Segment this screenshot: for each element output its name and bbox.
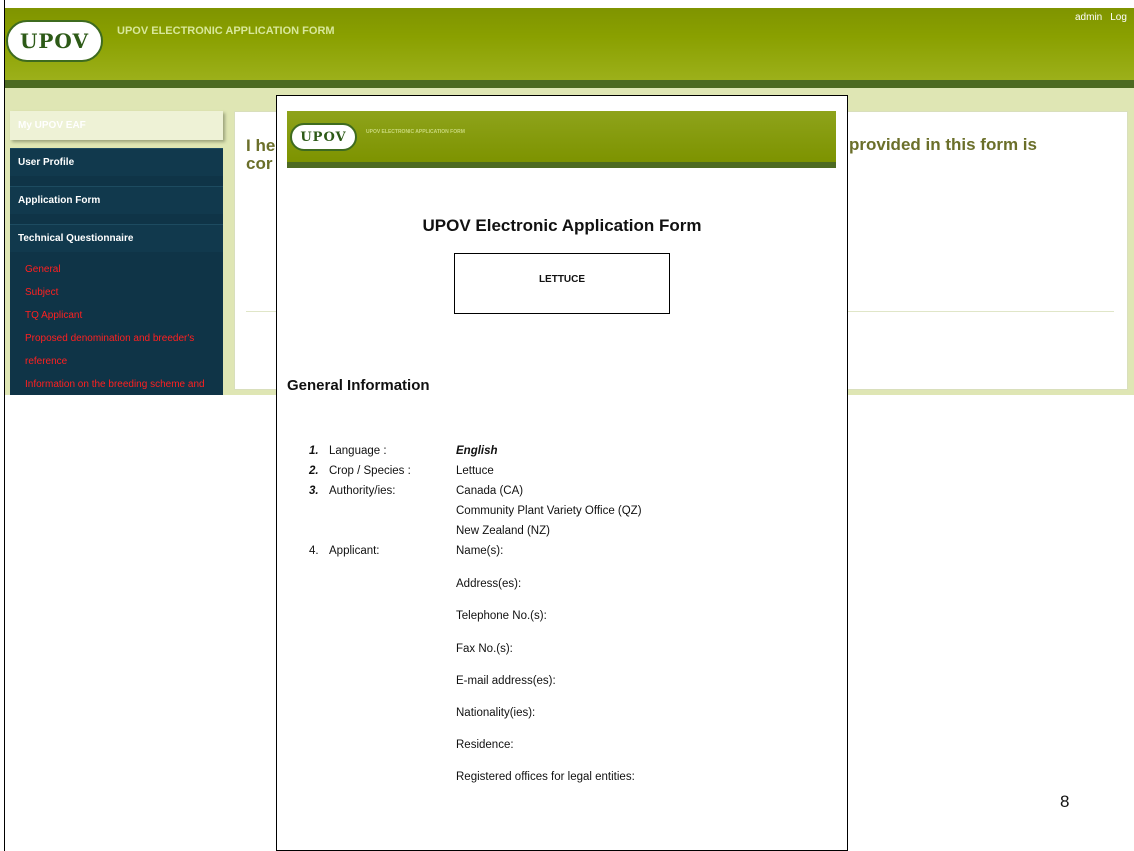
field-label-authority: Authority/ies: xyxy=(329,485,396,497)
sidebar-item-user-profile[interactable]: User Profile xyxy=(10,148,223,176)
declaration-text-left-2: cor xyxy=(246,154,273,173)
app-header xyxy=(5,8,1134,80)
sidebar-subitem-breeding-scheme[interactable]: Information on the breeding scheme and xyxy=(25,379,205,390)
crop-box: LETTUCE xyxy=(454,253,670,314)
applicant-field: E-mail address(es): xyxy=(456,675,556,687)
authority-item: Canada (CA) xyxy=(456,485,524,497)
applicant-field: Registered offices for legal entities: xyxy=(456,771,635,783)
sidebar-item-my-upov-eaf[interactable]: My UPOV EAF xyxy=(10,111,223,140)
upov-logo[interactable]: UPOV xyxy=(6,20,103,62)
applicant-field: Residence: xyxy=(456,739,514,751)
doc-header-divider xyxy=(287,162,836,168)
section-heading: General Information xyxy=(287,377,430,394)
user-area: admin Log xyxy=(1075,12,1134,23)
field-number: 4. xyxy=(309,545,319,557)
sidebar-item-technical-questionnaire[interactable]: Technical Questionnaire xyxy=(10,224,223,252)
applicant-field: Name(s): xyxy=(456,545,504,557)
sidebar-subitem-reference[interactable]: reference xyxy=(25,356,67,367)
app-title: UPOV ELECTRONIC APPLICATION FORM xyxy=(117,25,335,37)
applicant-field: Address(es): xyxy=(456,578,522,590)
field-label-language: Language : xyxy=(329,445,387,457)
field-label-applicant: Applicant: xyxy=(329,545,380,557)
field-label-crop: Crop / Species : xyxy=(329,465,411,477)
doc-title: UPOV Electronic Application Form xyxy=(422,216,702,235)
field-value-language: English xyxy=(456,445,498,457)
authority-item: Community Plant Variety Office (QZ) xyxy=(456,505,642,517)
header-divider xyxy=(5,80,1134,88)
doc-header-title: UPOV ELECTRONIC APPLICATION FORM xyxy=(366,129,465,135)
sidebar-subitem-tq-applicant[interactable]: TQ Applicant xyxy=(25,310,82,321)
applicant-field: Telephone No.(s): xyxy=(456,610,547,622)
field-number: 2. xyxy=(309,465,319,477)
doc-upov-logo: UPOV xyxy=(290,123,357,151)
authority-item: New Zealand (NZ) xyxy=(456,525,550,537)
user-name-link[interactable]: admin xyxy=(1075,12,1102,23)
doc-header xyxy=(287,111,836,162)
declaration-text-right: provided in this form is xyxy=(849,135,1037,154)
field-value-crop: Lettuce xyxy=(456,465,494,477)
field-number: 3. xyxy=(309,485,319,497)
applicant-field: Nationality(ies): xyxy=(456,707,536,719)
sidebar-item-application-form[interactable]: Application Form xyxy=(10,186,223,214)
applicant-field: Fax No.(s): xyxy=(456,643,513,655)
sidebar-subitem-general[interactable]: General xyxy=(25,264,61,275)
sidebar-subitem-proposed-denomination[interactable]: Proposed denomination and breeder's xyxy=(25,333,194,344)
field-number: 1. xyxy=(309,445,319,457)
sidebar-nav: User Profile Application Form Technical … xyxy=(10,148,223,395)
logout-link[interactable]: Log xyxy=(1110,12,1127,23)
declaration-text-left-1: I he xyxy=(246,136,276,155)
slide-page-number: 8 xyxy=(1060,792,1070,811)
sidebar-subitem-subject[interactable]: Subject xyxy=(25,287,58,298)
